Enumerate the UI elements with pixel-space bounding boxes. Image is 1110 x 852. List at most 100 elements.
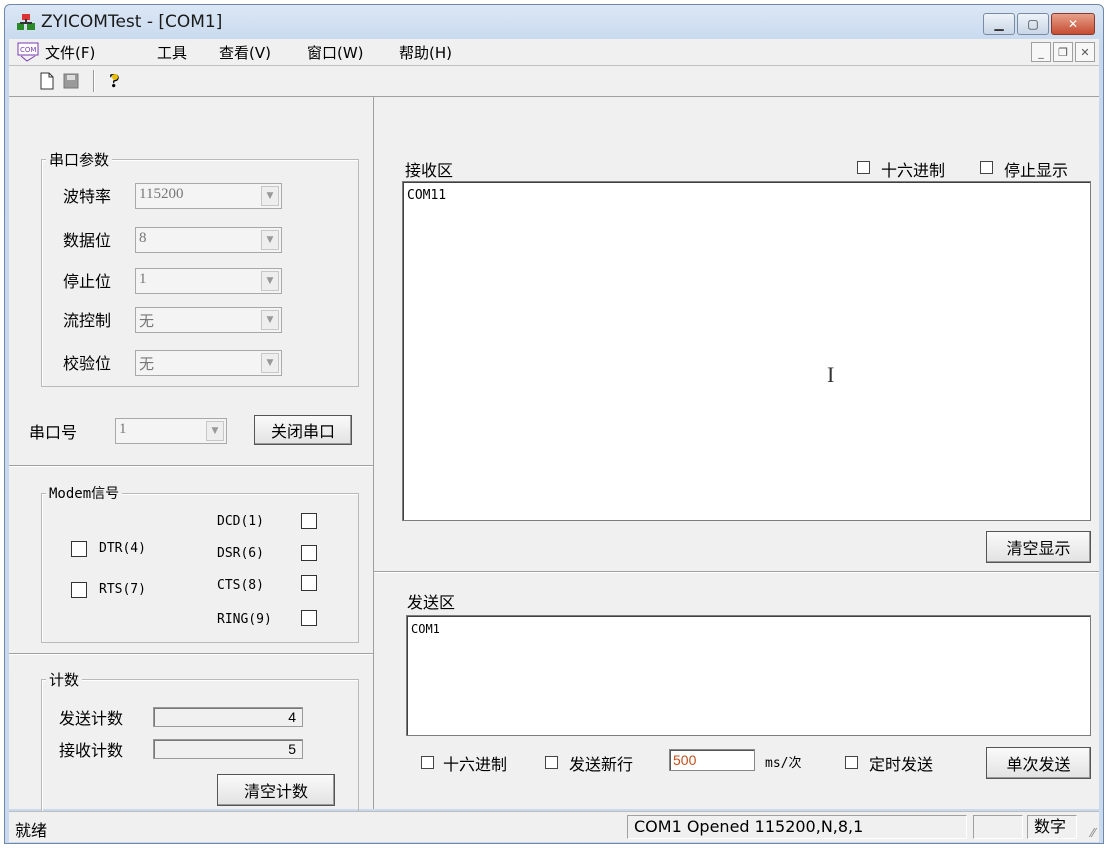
menu-tools[interactable]: 工具 <box>157 42 187 63</box>
send-newline-label: 发送新行 <box>569 755 634 774</box>
mdi-close-button[interactable]: ✕ <box>1075 42 1095 62</box>
toolbar-separator <box>93 70 95 92</box>
divider <box>9 465 373 467</box>
flow-control-select[interactable]: 无 ▼ <box>135 307 282 333</box>
data-bits-value: 8 <box>139 230 147 246</box>
baud-select[interactable]: 115200 ▼ <box>135 183 282 209</box>
minimize-button[interactable]: ▁ <box>983 13 1015 35</box>
parity-label: 校验位 <box>63 354 112 373</box>
status-num: 数字 <box>1027 815 1077 839</box>
data-bits-select[interactable]: 8 ▼ <box>135 227 282 253</box>
divider <box>9 653 373 655</box>
save-icon[interactable] <box>61 71 81 91</box>
maximize-button[interactable]: ▢ <box>1017 13 1049 35</box>
send-content: COM1 <box>411 622 440 636</box>
send-hex-checkbox[interactable] <box>421 756 434 769</box>
chevron-down-icon: ▼ <box>261 310 279 330</box>
title-bar: ZYICOMTest - [COM1] ▁ ▢ ✕ <box>5 5 1103 39</box>
receive-hex-checkbox[interactable] <box>857 161 870 174</box>
port-select[interactable]: 1 ▼ <box>115 418 227 444</box>
serial-params-title: 串口参数 <box>46 149 113 170</box>
menu-file[interactable]: 文件(F) <box>45 42 95 63</box>
status-port-info: COM1 Opened 115200,N,8,1 <box>627 815 967 839</box>
close-button[interactable]: ✕ <box>1051 13 1095 35</box>
interval-unit: ms/次 <box>765 756 802 771</box>
menu-view[interactable]: 查看(V) <box>219 42 271 63</box>
com-doc-icon: COM <box>17 42 39 62</box>
window-title: ZYICOMTest - [COM1] <box>41 12 223 32</box>
recv-count-value: 5 <box>153 739 303 759</box>
chevron-down-icon: ▼ <box>261 353 279 373</box>
mdi-minimize-button[interactable]: _ <box>1031 42 1051 62</box>
send-count-value: 4 <box>153 707 303 727</box>
timed-send-label: 定时发送 <box>869 755 934 774</box>
single-send-button[interactable]: 单次发送 <box>986 747 1091 779</box>
send-textarea[interactable]: COM1 <box>406 615 1091 736</box>
send-newline-checkbox[interactable] <box>545 756 558 769</box>
stop-display-checkbox[interactable] <box>980 161 993 174</box>
flow-control-value: 无 <box>139 314 155 330</box>
rts-label: RTS(7) <box>99 582 146 597</box>
receive-content: COM11 <box>407 188 447 203</box>
interval-input[interactable]: 500 <box>669 749 755 771</box>
close-port-button[interactable]: 关闭串口 <box>254 415 352 445</box>
receive-hex-label: 十六进制 <box>881 161 946 180</box>
menu-bar: COM 文件(F) 工具 查看(V) 窗口(W) 帮助(H) _ ❐ ✕ <box>9 39 1099 66</box>
count-title: 计数 <box>46 669 83 690</box>
help-icon[interactable]: ? <box>105 71 125 91</box>
baud-label: 波特率 <box>63 187 112 206</box>
svg-text:COM: COM <box>20 46 36 54</box>
dsr-label: DSR(6) <box>217 546 264 561</box>
mdi-restore-button[interactable]: ❐ <box>1053 42 1073 62</box>
dsr-indicator <box>301 545 317 561</box>
timed-send-checkbox[interactable] <box>845 756 858 769</box>
dtr-checkbox[interactable] <box>71 541 87 557</box>
recv-count-label: 接收计数 <box>59 741 124 760</box>
chevron-down-icon: ▼ <box>261 230 279 250</box>
rts-checkbox[interactable] <box>71 582 87 598</box>
flow-control-label: 流控制 <box>63 311 112 330</box>
text-cursor-icon: I <box>827 362 835 387</box>
dcd-indicator <box>301 513 317 529</box>
send-title: 发送区 <box>407 593 456 612</box>
new-file-icon[interactable] <box>37 71 57 91</box>
port-value: 1 <box>119 421 127 437</box>
svg-text:?: ? <box>109 71 120 91</box>
port-label: 串口号 <box>29 423 78 442</box>
send-count-label: 发送计数 <box>59 709 124 728</box>
send-hex-label: 十六进制 <box>443 755 508 774</box>
parity-select[interactable]: 无 ▼ <box>135 350 282 376</box>
dcd-label: DCD(1) <box>217 514 264 529</box>
modem-title: Modem信号 <box>46 483 123 503</box>
status-ready: 就绪 <box>15 821 48 840</box>
client-area: 串口参数 波特率 115200 ▼ 数据位 8 ▼ 停止位 1 ▼ 流控制 无 ▼ 校验… <box>9 97 1099 820</box>
app-window: ZYICOMTest - [COM1] ▁ ▢ ✕ COM 文件(F) 工具 查… <box>4 4 1104 844</box>
receive-title: 接收区 <box>405 161 454 180</box>
stop-bits-select[interactable]: 1 ▼ <box>135 268 282 294</box>
stop-bits-value: 1 <box>139 271 147 287</box>
parity-value: 无 <box>139 357 155 373</box>
toolbar: ? <box>9 66 1099 97</box>
divider <box>374 571 1099 573</box>
stop-display-label: 停止显示 <box>1004 161 1069 180</box>
chevron-down-icon: ▼ <box>261 186 279 206</box>
interval-value: 500 <box>673 752 697 768</box>
status-bar: 就绪 COM1 Opened 115200,N,8,1 数字 ⁄⁄ <box>9 811 1099 842</box>
data-bits-label: 数据位 <box>63 231 112 250</box>
left-panel: 串口参数 波特率 115200 ▼ 数据位 8 ▼ 停止位 1 ▼ 流控制 无 ▼ 校验… <box>9 97 374 820</box>
dtr-label: DTR(4) <box>99 541 146 556</box>
stop-bits-label: 停止位 <box>63 272 112 291</box>
cts-label: CTS(8) <box>217 578 264 593</box>
baud-value: 115200 <box>139 186 184 202</box>
status-empty-panel <box>973 815 1023 839</box>
resize-grip-icon[interactable]: ⁄⁄ <box>1091 826 1095 840</box>
clear-count-button[interactable]: 清空计数 <box>217 774 335 806</box>
cts-indicator <box>301 575 317 591</box>
chevron-down-icon: ▼ <box>206 421 224 441</box>
receive-textarea[interactable]: COM11 I <box>402 181 1091 521</box>
menu-window[interactable]: 窗口(W) <box>307 42 364 63</box>
app-icon <box>17 14 35 30</box>
menu-help[interactable]: 帮助(H) <box>399 42 452 63</box>
chevron-down-icon: ▼ <box>261 271 279 291</box>
clear-display-button[interactable]: 清空显示 <box>986 531 1091 563</box>
